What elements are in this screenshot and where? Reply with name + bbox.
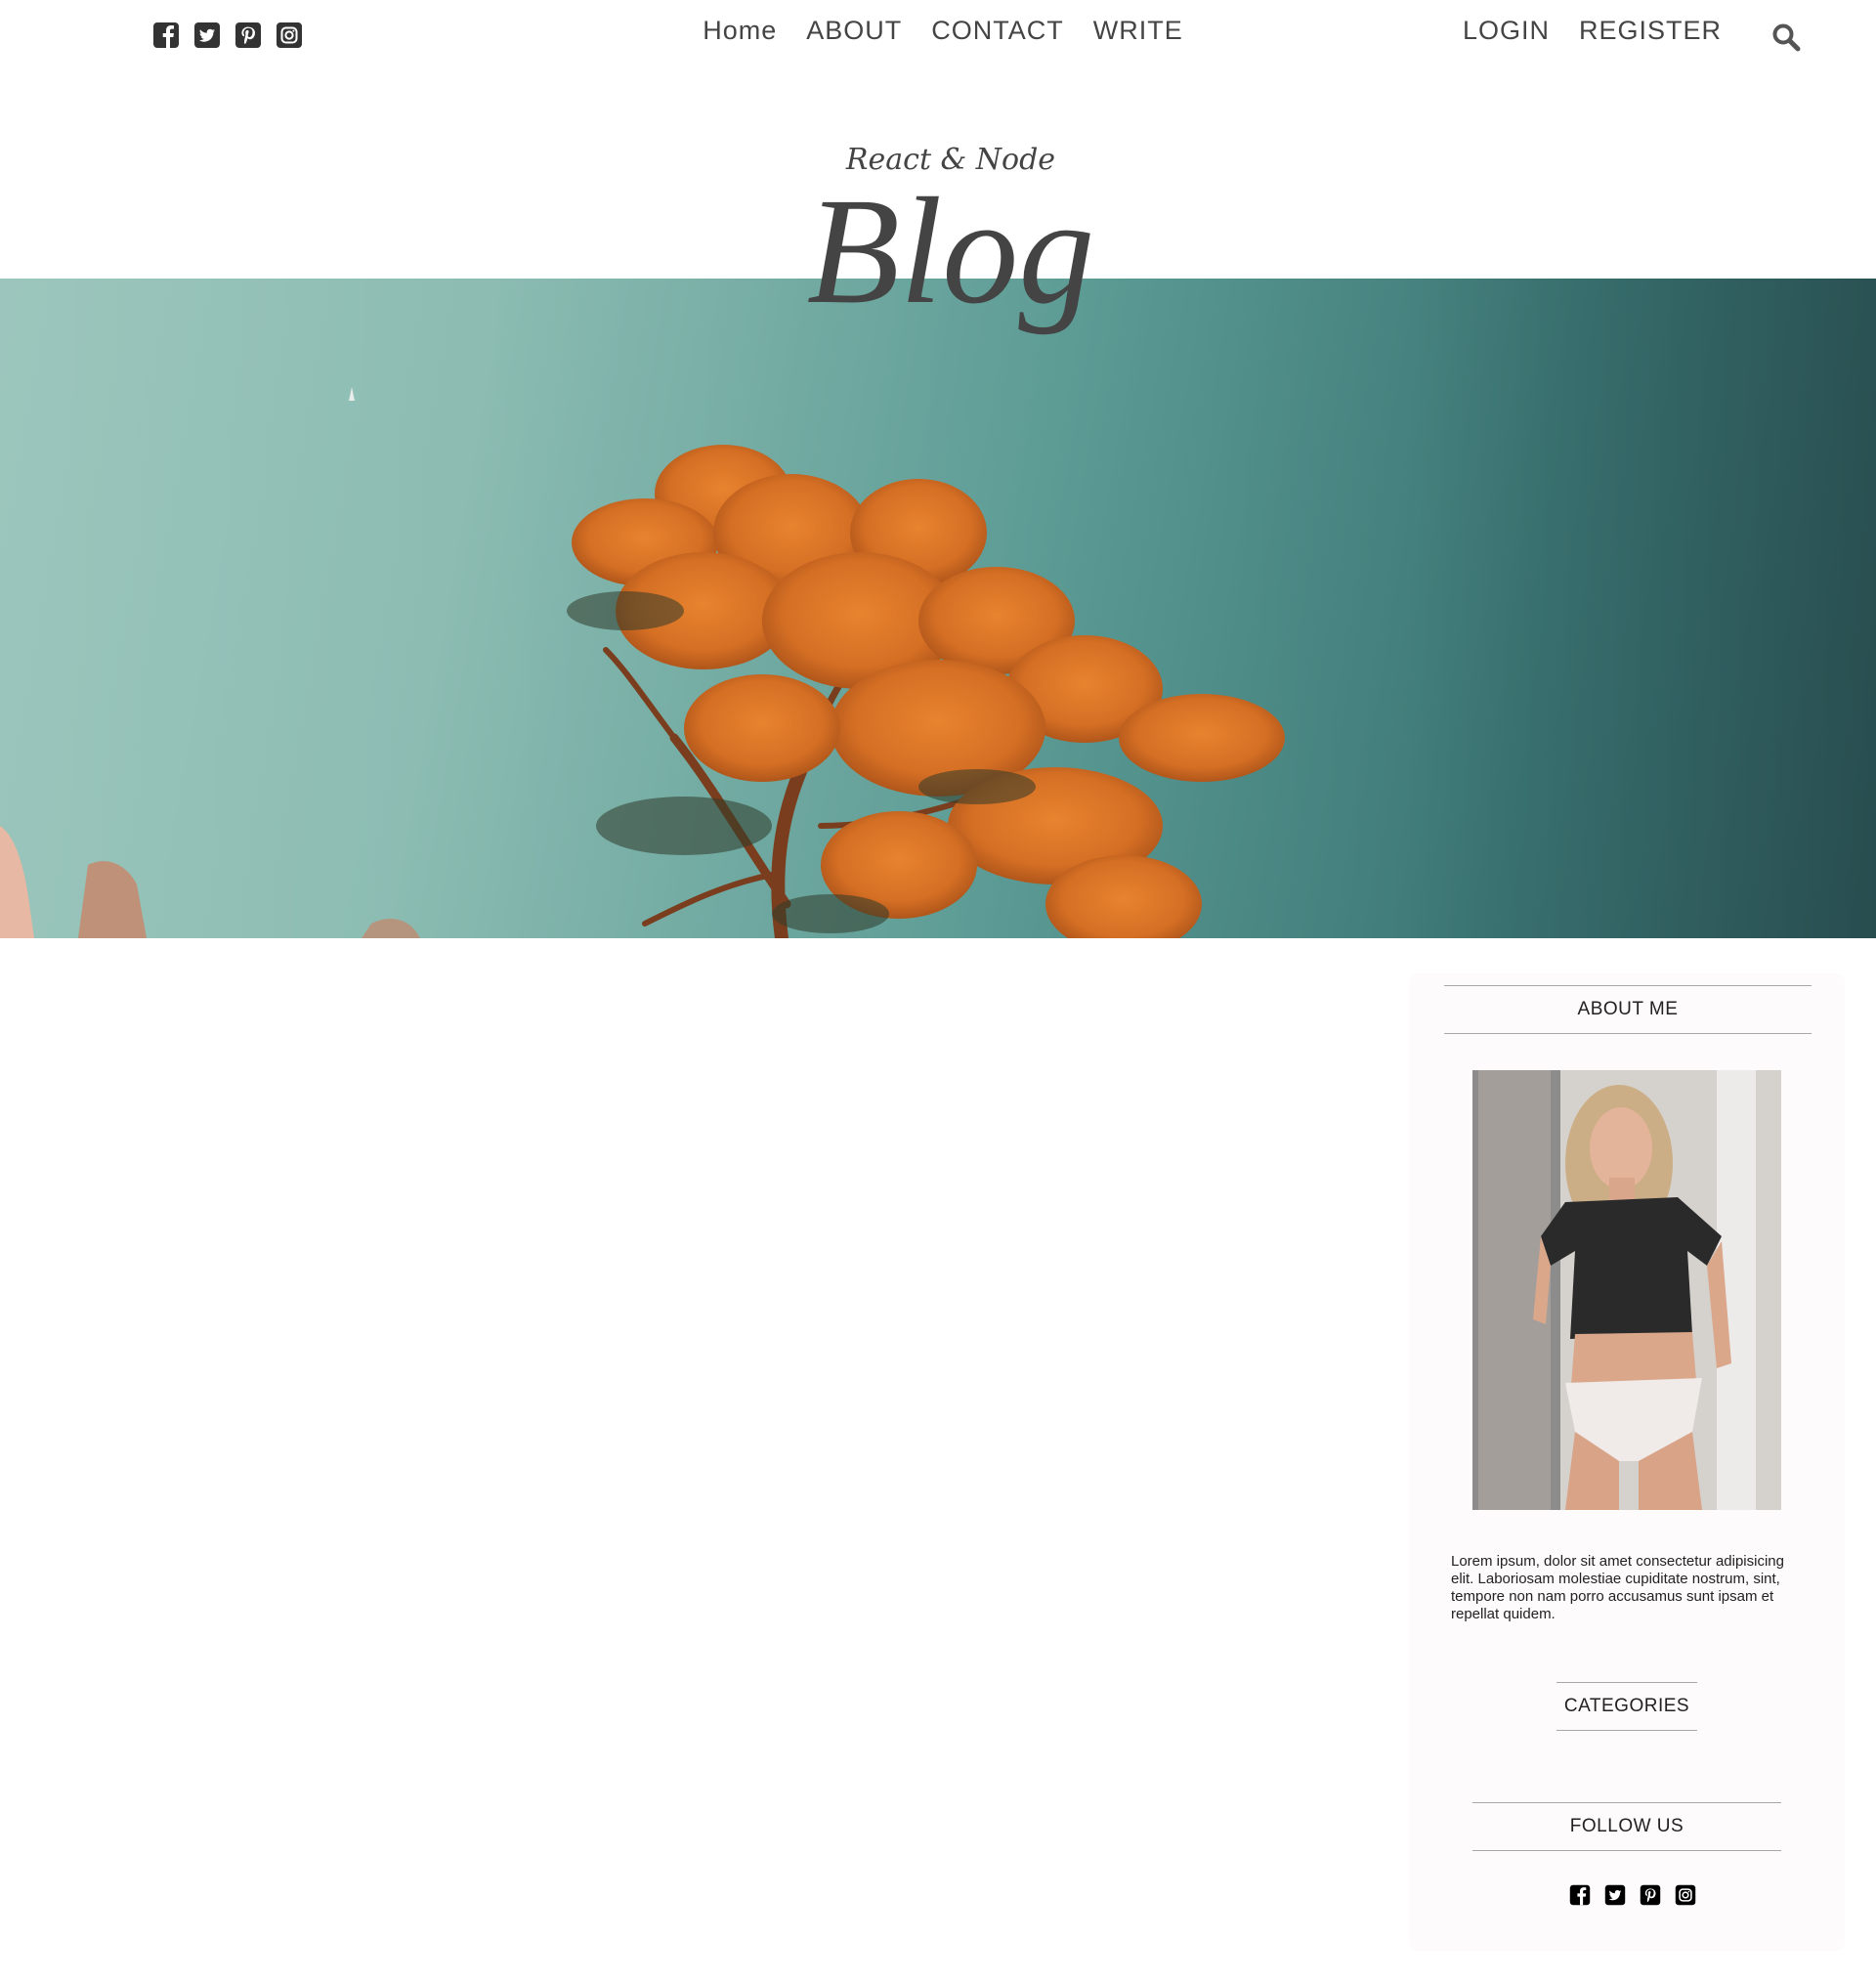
nav-contact-link[interactable]: CONTACT xyxy=(931,16,1064,46)
profile-photo xyxy=(1472,1070,1781,1510)
categories-title: CATEGORIES xyxy=(1556,1682,1697,1731)
top-bar: Home ABOUT CONTACT WRITE LOGIN REGISTER xyxy=(0,0,1876,72)
nav-about-link[interactable]: ABOUT xyxy=(806,16,902,46)
instagram-square-icon[interactable] xyxy=(1675,1884,1696,1906)
nav-home-link[interactable]: Home xyxy=(703,16,777,46)
sidebar: ABOUT ME Lorem ipsum, dolor sit amet con… xyxy=(1409,973,1845,1951)
hero-tree-illustration xyxy=(0,279,1876,938)
hero-image xyxy=(0,279,1876,938)
about-me-image xyxy=(1472,1070,1781,1510)
nav-write-link[interactable]: WRITE xyxy=(1093,16,1183,46)
register-link[interactable]: REGISTER xyxy=(1579,16,1722,46)
search-icon[interactable] xyxy=(1770,22,1802,53)
header-title: Blog xyxy=(806,166,1095,335)
about-me-text: Lorem ipsum, dolor sit amet consectetur … xyxy=(1451,1553,1784,1622)
login-link[interactable]: LOGIN xyxy=(1463,16,1550,46)
auth-nav: LOGIN REGISTER xyxy=(1463,16,1722,46)
sidebar-social-links xyxy=(1569,1884,1696,1906)
about-me-title: ABOUT ME xyxy=(1444,985,1812,1034)
facebook-square-icon[interactable] xyxy=(1569,1884,1591,1906)
blog-header: React & Node Blog xyxy=(0,143,1876,327)
follow-us-title: FOLLOW US xyxy=(1472,1802,1781,1851)
twitter-square-icon[interactable] xyxy=(1604,1884,1626,1906)
pinterest-square-icon[interactable] xyxy=(1640,1884,1661,1906)
